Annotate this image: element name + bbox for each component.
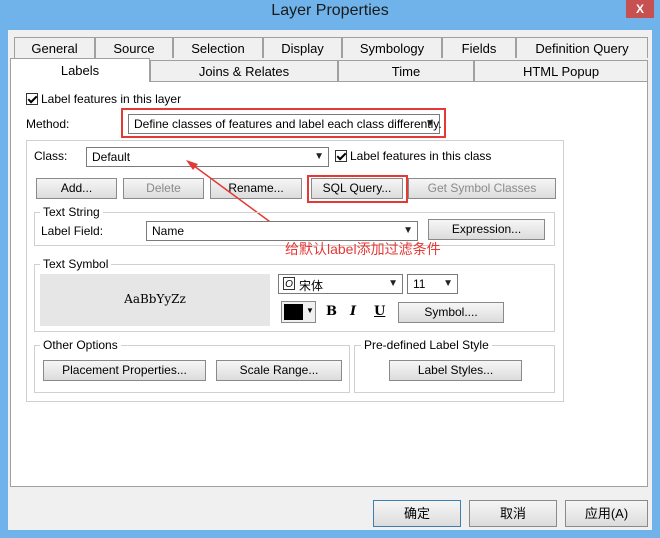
tab-source[interactable]: Source <box>95 37 173 58</box>
color-picker[interactable]: ▼ <box>281 301 316 323</box>
label-features-layer-checkbox[interactable] <box>26 93 38 105</box>
tab-display[interactable]: Display <box>263 37 342 58</box>
chevron-down-icon: ▼ <box>443 278 453 289</box>
get-symbol-classes-button[interactable]: Get Symbol Classes <box>408 178 556 199</box>
text-preview-box: AaBbYyZz <box>40 274 270 326</box>
tab-selection[interactable]: Selection <box>173 37 263 58</box>
underline-button[interactable]: U <box>374 304 385 319</box>
highlight-method <box>121 108 446 138</box>
text-string-title: Text String <box>40 205 103 219</box>
predefined-label-style-title: Pre-defined Label Style <box>361 338 492 352</box>
tab-joins-relates[interactable]: Joins & Relates <box>150 60 338 81</box>
chevron-down-icon: ▼ <box>388 278 398 289</box>
label-styles-button[interactable]: Label Styles... <box>389 360 522 381</box>
class-label: Class: <box>34 149 68 163</box>
add-button[interactable]: Add... <box>36 178 117 199</box>
font-size-value: 11 <box>413 277 426 291</box>
annotation-note: 给默认label添加过滤条件 <box>285 241 441 257</box>
ok-button[interactable]: 确定 <box>373 500 461 527</box>
text-preview: AaBbYyZz <box>124 292 186 306</box>
layer-properties-window: Layer Properties X General Source Select… <box>0 0 660 538</box>
label-field-label: Label Field: <box>41 224 104 238</box>
scale-range-button[interactable]: Scale Range... <box>216 360 342 381</box>
chevron-down-icon: ▼ <box>306 306 314 315</box>
chevron-down-icon: ▼ <box>314 151 324 162</box>
highlight-sql-query <box>307 175 408 203</box>
class-value: Default <box>92 150 131 164</box>
tab-labels[interactable]: Labels <box>10 58 150 82</box>
tab-html-popup[interactable]: HTML Popup <box>474 60 648 81</box>
window-title: Layer Properties <box>271 2 389 19</box>
label-field-value: Name <box>152 224 185 238</box>
tab-symbology[interactable]: Symbology <box>342 37 442 58</box>
tab-definition-query[interactable]: Definition Query <box>516 37 648 58</box>
label-field-dropdown[interactable]: Name ▼ <box>146 221 418 241</box>
color-swatch <box>284 304 303 320</box>
symbol-button[interactable]: Symbol.... <box>398 302 504 323</box>
apply-button[interactable]: 应用(A) <box>565 500 648 527</box>
font-value: 宋体 <box>299 279 324 293</box>
label-features-class-checkbox[interactable] <box>335 150 347 162</box>
expression-button[interactable]: Expression... <box>428 219 545 240</box>
tab-time[interactable]: Time <box>338 60 474 81</box>
close-button[interactable]: X <box>626 0 654 18</box>
placement-properties-button[interactable]: Placement Properties... <box>43 360 206 381</box>
italic-button[interactable]: I <box>350 304 356 319</box>
title-bar[interactable]: Layer Properties X <box>0 0 660 26</box>
opentype-font-icon: O <box>283 277 295 290</box>
other-options-title: Other Options <box>40 338 121 352</box>
method-label: Method: <box>26 117 70 131</box>
bold-button[interactable]: B <box>326 304 337 319</box>
tab-fields[interactable]: Fields <box>442 37 516 58</box>
font-size-dropdown[interactable]: 11 ▼ <box>407 274 458 294</box>
text-symbol-title: Text Symbol <box>40 257 112 271</box>
tab-general[interactable]: General <box>14 37 95 58</box>
font-dropdown[interactable]: O 宋体 ▼ <box>278 274 403 294</box>
cancel-button[interactable]: 取消 <box>469 500 557 527</box>
label-features-layer-label: Label features in this layer <box>41 92 182 106</box>
label-features-class-label: Label features in this class <box>350 149 492 163</box>
chevron-down-icon: ▼ <box>403 225 413 236</box>
